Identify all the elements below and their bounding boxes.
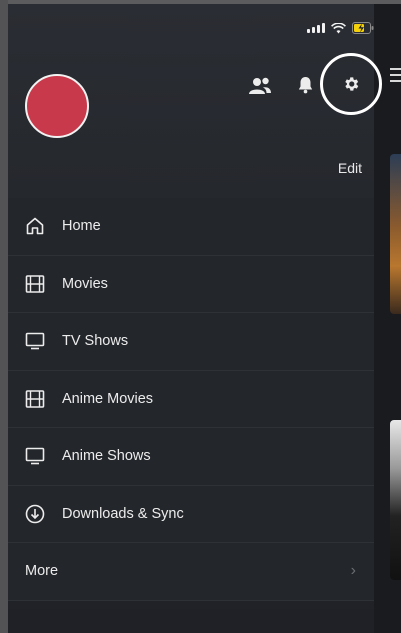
download-icon — [24, 503, 46, 525]
bell-icon[interactable] — [296, 75, 314, 95]
tv-icon — [24, 330, 46, 352]
cellular-signal-icon — [307, 23, 325, 33]
menu-footer — [8, 609, 374, 633]
menu-item-downloads-sync[interactable]: Downloads & Sync — [8, 485, 374, 543]
menu-item-anime-movies[interactable]: Anime Movies — [8, 370, 374, 428]
menu-item-label: Anime Movies — [62, 390, 154, 407]
menu-item-label: Downloads & Sync — [62, 505, 184, 522]
menu-item-anime-shows[interactable]: Anime Shows — [8, 428, 374, 486]
battery-icon — [352, 22, 374, 34]
users-icon[interactable] — [248, 76, 272, 96]
menu-item-movies[interactable]: Movies — [8, 255, 374, 313]
menu-item-tv-shows[interactable]: TV Shows — [8, 313, 374, 371]
status-bar — [307, 22, 374, 34]
poster-thumbnail[interactable] — [390, 154, 401, 314]
menu-item-home[interactable]: Home — [8, 198, 374, 256]
menu-item-label: Home — [62, 218, 101, 235]
navigation-menu: Home Movies TV Shows Anime Movies Anime … — [8, 198, 374, 601]
screen-bezel-left — [0, 0, 8, 633]
edit-button[interactable]: Edit — [338, 160, 362, 176]
menu-item-label: Anime Shows — [62, 448, 151, 465]
poster-thumbnail[interactable] — [390, 420, 401, 580]
menu-item-label: Movies — [62, 275, 108, 292]
chevron-right-icon: › — [350, 562, 356, 580]
hamburger-icon[interactable] — [390, 68, 401, 86]
film-icon — [24, 273, 46, 295]
navigation-drawer: Edit Home Movies TV Shows Anime Movies A… — [8, 4, 382, 633]
menu-item-more[interactable]: More › — [8, 543, 374, 601]
avatar[interactable] — [25, 74, 89, 138]
film-icon — [24, 388, 46, 410]
gear-icon[interactable] — [339, 72, 363, 96]
wifi-icon — [331, 22, 346, 33]
tv-icon — [24, 445, 46, 467]
menu-item-label: More — [25, 563, 59, 580]
home-icon — [24, 215, 46, 237]
menu-item-label: TV Shows — [62, 333, 129, 350]
